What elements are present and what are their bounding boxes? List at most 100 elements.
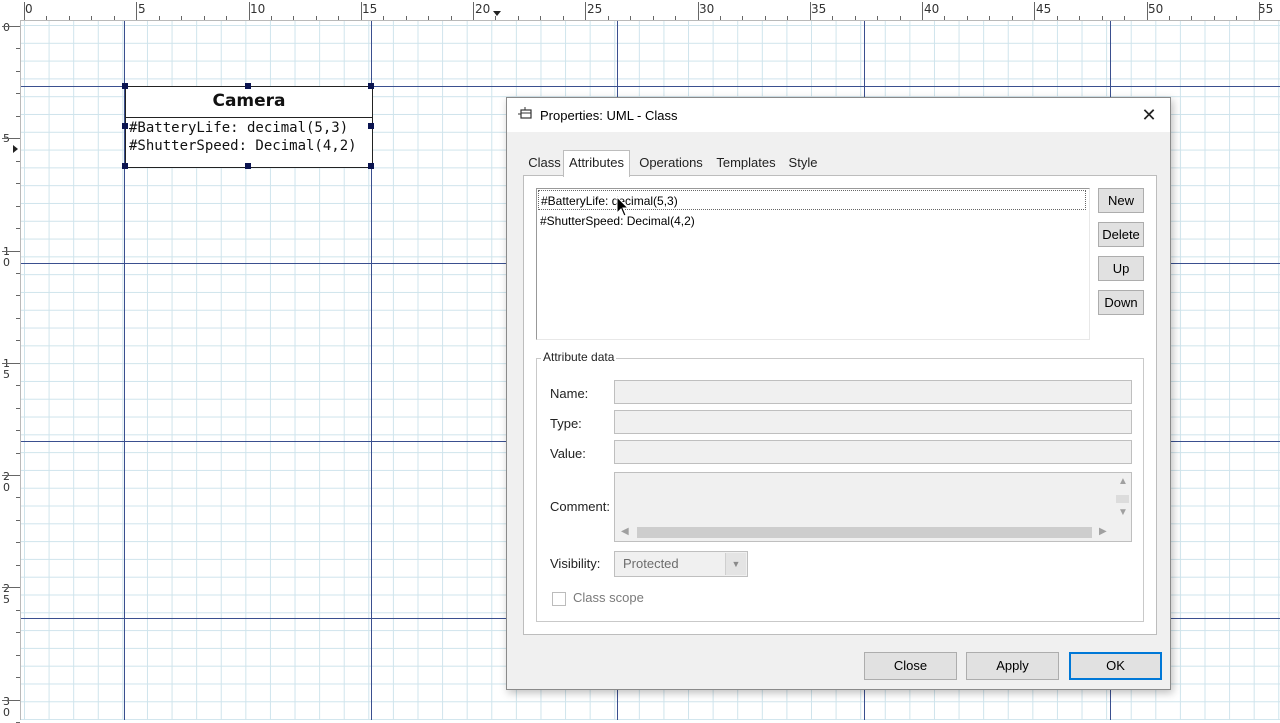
ruler-tick <box>653 16 654 20</box>
ruler-tick <box>428 16 429 20</box>
scroll-thumb[interactable] <box>1116 495 1129 503</box>
ruler-tick <box>16 430 20 431</box>
ruler-tick <box>563 16 564 20</box>
ruler-tick <box>271 16 272 20</box>
ruler-tick <box>1214 16 1215 20</box>
ruler-tick <box>720 16 721 20</box>
scroll-down-icon[interactable]: ▼ <box>1118 507 1128 518</box>
resize-handle[interactable] <box>245 163 251 169</box>
type-label: Type: <box>550 416 582 431</box>
ruler-tick <box>16 632 20 633</box>
ruler-tick <box>585 2 586 20</box>
close-button[interactable]: Close <box>864 652 957 680</box>
ruler-tick <box>608 16 609 20</box>
ruler-label: 10 <box>250 2 266 16</box>
ruler-tick <box>967 16 968 20</box>
class-scope-checkbox[interactable] <box>552 592 566 606</box>
ruler-tick <box>16 542 20 543</box>
tab-operations[interactable]: Operations <box>631 153 711 175</box>
ruler-label: 0 <box>3 21 10 34</box>
ruler-tick <box>16 71 20 72</box>
ruler-tick <box>698 2 699 20</box>
visibility-select[interactable]: Protected ▼ <box>614 551 748 577</box>
dialog-title: Properties: UML - Class <box>540 108 678 123</box>
tab-templates[interactable]: Templates <box>713 153 779 175</box>
resize-handle[interactable] <box>122 123 128 129</box>
ruler-position-marker <box>13 145 18 153</box>
value-label: Value: <box>550 446 586 461</box>
ruler-label: 15 <box>362 2 378 16</box>
ruler-tick <box>16 408 20 409</box>
vertical-scrollbar[interactable]: ▲ ▼ <box>1114 473 1131 525</box>
ruler-label: 50 <box>1148 2 1164 16</box>
tab-style[interactable]: Style <box>781 153 825 175</box>
resize-handle[interactable] <box>368 163 374 169</box>
resize-handle[interactable] <box>122 163 128 169</box>
ruler-label: 10 <box>3 245 10 269</box>
ruler-tick <box>900 16 901 20</box>
ruler-label: 5 <box>138 2 146 16</box>
ruler-tick <box>181 16 182 20</box>
up-button[interactable]: Up <box>1098 256 1144 281</box>
ruler-tick <box>451 16 452 20</box>
ruler-tick <box>1259 2 1260 20</box>
ruler-tick <box>630 16 631 20</box>
ruler-tick <box>1236 16 1237 20</box>
scroll-left-icon[interactable]: ◀ <box>621 526 629 537</box>
resize-handle[interactable] <box>245 83 251 89</box>
uml-class-divider <box>126 117 372 118</box>
uml-class-camera[interactable]: Camera #BatteryLife: decimal(5,3) #Shutt… <box>125 86 373 168</box>
ruler-tick <box>16 610 20 611</box>
ruler-tick <box>1169 16 1170 20</box>
ruler-tick <box>16 206 20 207</box>
ruler-tick <box>204 16 205 20</box>
delete-button[interactable]: Delete <box>1098 222 1144 247</box>
ruler-tick <box>832 16 833 20</box>
ruler-tick <box>1191 16 1192 20</box>
tab-attributes[interactable]: Attributes <box>563 150 630 177</box>
ruler-tick <box>361 2 362 20</box>
ruler-tick <box>24 2 25 20</box>
comment-field[interactable]: ▲ ▼ ◀ ▶ <box>614 472 1132 542</box>
ok-button[interactable]: OK <box>1069 652 1162 680</box>
name-field[interactable] <box>614 380 1132 404</box>
ruler-tick <box>989 16 990 20</box>
resize-handle[interactable] <box>368 83 374 89</box>
value-field[interactable] <box>614 440 1132 464</box>
resize-handle[interactable] <box>122 83 128 89</box>
ruler-tick <box>16 161 20 162</box>
ruler-tick <box>16 183 20 184</box>
type-field[interactable] <box>614 410 1132 434</box>
scroll-up-icon[interactable]: ▲ <box>1118 476 1128 487</box>
ruler-label: 35 <box>811 2 827 16</box>
tab-class[interactable]: Class <box>527 153 562 175</box>
ruler-tick <box>2 26 20 27</box>
ruler-tick <box>495 16 496 20</box>
ruler-tick <box>16 48 20 49</box>
ruler-tick <box>16 93 20 94</box>
dialog-titlebar[interactable]: Properties: UML - Class ✕ <box>507 98 1170 132</box>
name-label: Name: <box>550 386 589 401</box>
attributes-tab-panel: #BatteryLife: decimal(5,3) #ShutterSpeed… <box>523 175 1157 635</box>
apply-button[interactable]: Apply <box>966 652 1059 680</box>
down-button[interactable]: Down <box>1098 290 1144 315</box>
ruler-tick <box>316 16 317 20</box>
ruler-tick <box>2 251 20 252</box>
horizontal-scrollbar[interactable]: ◀ ▶ <box>615 524 1115 541</box>
attribute-data-group: Attribute data Name: Type: Value: Commen… <box>536 350 1144 622</box>
scroll-thumb[interactable] <box>637 527 1092 538</box>
close-icon[interactable]: ✕ <box>1136 102 1162 128</box>
vertical-ruler: 0 5 10 15 20 25 30 <box>0 20 21 723</box>
uml-class-icon <box>518 107 534 124</box>
ruler-tick <box>1034 2 1035 20</box>
ruler-tick <box>1057 16 1058 20</box>
ruler-tick <box>16 295 20 296</box>
ruler-tick <box>46 16 47 20</box>
ruler-tick <box>922 2 923 20</box>
ruler-tick <box>16 116 20 117</box>
ruler-tick <box>540 16 541 20</box>
new-button[interactable]: New <box>1098 188 1144 213</box>
scroll-right-icon[interactable]: ▶ <box>1099 526 1107 537</box>
resize-handle[interactable] <box>368 123 374 129</box>
chevron-down-icon[interactable]: ▼ <box>725 553 746 575</box>
